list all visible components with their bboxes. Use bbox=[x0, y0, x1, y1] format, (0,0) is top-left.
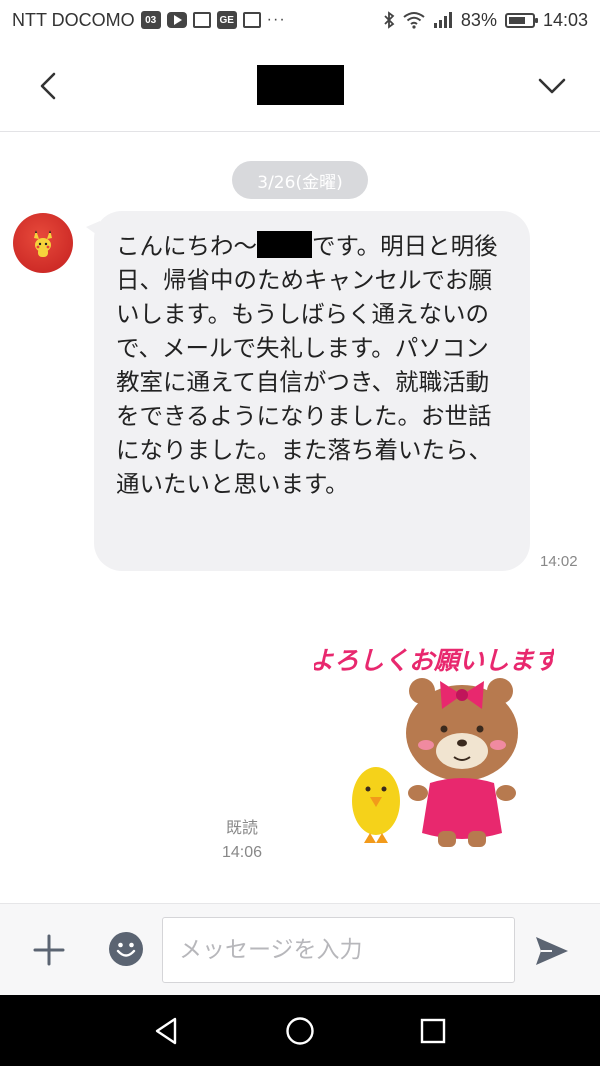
chat-header bbox=[0, 40, 600, 132]
sticker-caption: よろしくお願いします bbox=[314, 646, 554, 675]
status-left: NTT DOCOMO 03 GE ··· bbox=[12, 10, 286, 31]
emoji-icon[interactable] bbox=[108, 931, 144, 967]
plus-icon[interactable] bbox=[28, 929, 70, 971]
date-separator: 3/26(金曜) bbox=[232, 161, 368, 199]
message-timestamp: 14:02 bbox=[540, 553, 578, 570]
signal-icon bbox=[433, 12, 452, 28]
carrier-name: NTT DOCOMO bbox=[12, 9, 135, 30]
chat-title-redacted bbox=[257, 65, 344, 105]
battery-percent: 83% bbox=[460, 9, 497, 30]
ge-badge-icon: GE bbox=[216, 11, 237, 29]
calendar-icon bbox=[242, 12, 261, 28]
nav-home-icon[interactable] bbox=[282, 1013, 318, 1049]
chick-character bbox=[352, 767, 400, 843]
message-text-part2: です。明日と明後日、帰省中のためキャンセルでお願いします。もうしばらく通えないの… bbox=[116, 232, 498, 498]
sim-badge-icon: 03 bbox=[140, 11, 161, 29]
back-button[interactable] bbox=[30, 66, 70, 106]
message-input-bar bbox=[0, 903, 600, 995]
nav-recents-icon[interactable] bbox=[415, 1013, 451, 1049]
bluetooth-icon bbox=[384, 11, 395, 29]
nav-back-icon[interactable] bbox=[148, 1013, 184, 1049]
received-message-bubble[interactable]: こんにちわ〜 です。明日と明後日、帰省中のためキャンセルでお願いします。もうしばら… bbox=[86, 211, 530, 571]
status-bar: NTT DOCOMO 03 GE ··· 83% 14:03 bbox=[0, 0, 600, 40]
chat-area[interactable]: 3/26(金曜) こんにちわ〜 です。明日と明後日、帰省中のためキャンセルでお願い… bbox=[0, 133, 600, 903]
read-time: 14:06 bbox=[221, 844, 263, 861]
youtube-icon bbox=[166, 12, 187, 28]
redacted-name bbox=[257, 231, 312, 258]
more-notifications-icon: ··· bbox=[266, 11, 286, 28]
system-nav-bar bbox=[0, 995, 600, 1066]
app-notification-icon bbox=[192, 12, 211, 28]
message-text-part1: こんにちわ〜 bbox=[116, 232, 257, 260]
chevron-down-icon[interactable] bbox=[532, 66, 572, 106]
wifi-icon bbox=[403, 12, 425, 29]
read-receipt: 既読 14:06 bbox=[214, 817, 270, 865]
brown-cony-sticker[interactable]: よろしくお願いします bbox=[314, 633, 554, 853]
pikachu-avatar-icon bbox=[34, 230, 52, 257]
avatar[interactable] bbox=[13, 213, 73, 273]
message-input[interactable] bbox=[162, 917, 515, 983]
battery-icon bbox=[504, 12, 538, 28]
read-label: 既読 bbox=[225, 820, 258, 837]
bear-character bbox=[406, 678, 518, 847]
line-chat-screen: NTT DOCOMO 03 GE ··· 83% 14:03 3/26(金曜) bbox=[0, 0, 600, 1066]
status-right: 83% 14:03 bbox=[383, 10, 588, 31]
send-icon[interactable] bbox=[532, 931, 572, 971]
clock: 14:03 bbox=[542, 9, 588, 30]
